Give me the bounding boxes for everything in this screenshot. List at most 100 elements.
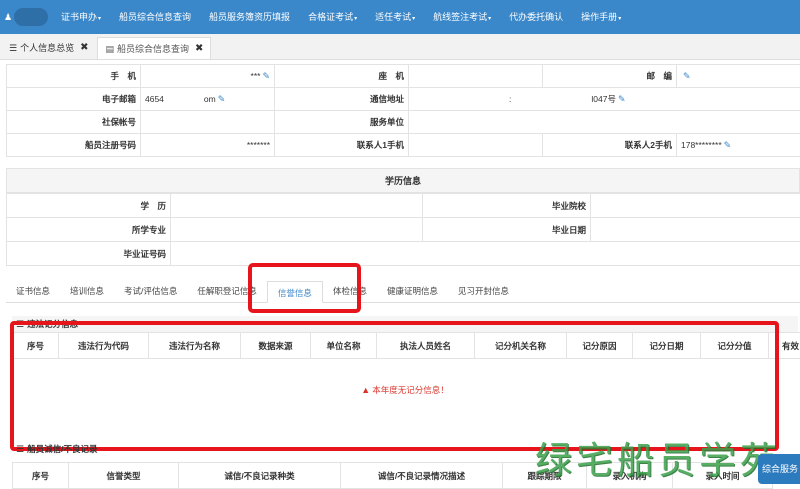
- table-row: 所学专业 毕业日期: [6, 217, 800, 242]
- diploma-number-label: 毕业证号码: [6, 241, 171, 266]
- postcode-label: 邮 编: [542, 64, 677, 88]
- nav-item-service-book[interactable]: 船员服务簿资历填报: [200, 0, 299, 34]
- address-text: :: [509, 94, 512, 104]
- card-icon: ▤: [105, 43, 114, 54]
- edit-icon[interactable]: ✎: [683, 71, 691, 81]
- nav-item-qualification-exam[interactable]: 合格证考试▾: [299, 0, 366, 34]
- list-icon: ☰: [16, 444, 25, 454]
- nav-item-crew-query[interactable]: 船员综合信息查询: [110, 0, 200, 34]
- nav-item-proxy-confirm[interactable]: 代办委托确认: [500, 0, 572, 34]
- nav-item-route-exam[interactable]: 航线签注考试▾: [424, 0, 500, 34]
- section-title-text: 船员诚信/不良记录: [27, 444, 98, 454]
- diploma-number-value: [170, 241, 800, 266]
- nav-item-label: 船员服务簿资历填报: [209, 12, 291, 22]
- contact1-mobile-label: 联系人1手机: [274, 133, 409, 157]
- tab-health-cert[interactable]: 健康证明信息: [377, 280, 448, 302]
- tab-training[interactable]: 培训信息: [60, 280, 114, 302]
- education-header: 学历信息: [6, 168, 800, 193]
- service-unit-value: [408, 110, 800, 134]
- mobile-text: ***: [250, 70, 261, 81]
- nav-item-label: 证书申办: [61, 12, 98, 22]
- tab-certificate[interactable]: 证书信息: [6, 280, 60, 302]
- highlight-box-tab: [248, 263, 361, 313]
- chevron-down-icon: ▾: [98, 16, 102, 22]
- mobile-label: 手 机: [6, 64, 141, 88]
- degree-value: [170, 193, 423, 218]
- major-label: 所学专业: [6, 217, 171, 242]
- postcode-value: ✎: [676, 64, 800, 88]
- edit-icon[interactable]: ✎: [218, 94, 226, 104]
- school-value: [590, 193, 800, 218]
- nav-item-label: 适任考试: [375, 12, 412, 22]
- avatar[interactable]: [14, 8, 49, 26]
- address-text-tail: l047号: [591, 94, 616, 104]
- social-security-value: [140, 110, 275, 134]
- email-value: 4654 om ✎: [140, 87, 275, 111]
- column-header: 信誉类型: [68, 462, 179, 489]
- list-icon: ☰: [9, 43, 18, 53]
- user-icon: ♟: [4, 11, 13, 22]
- close-icon[interactable]: ✖: [195, 38, 203, 60]
- page-tab-bar: ☰ 个人信息总览 ✖ ▤ 船员综合信息查询 ✖: [0, 34, 800, 60]
- contact-info-table: 手 机 *** ✎ 座 机 邮 编 ✎ 电子邮箱 4654 om ✎ 通信地址 : l0…: [6, 64, 800, 157]
- nav-item-label: 航线签注考试: [433, 12, 488, 22]
- registration-number-value: *******: [140, 133, 275, 157]
- table-row: 船员注册号码 ******* 联系人1手机 联系人2手机 178********…: [6, 133, 800, 157]
- top-navigation-bar: ♟ 证书申办▾ 船员综合信息查询 船员服务簿资历填报 合格证考试▾ 适任考试▾ …: [0, 0, 800, 34]
- education-table: 学 历 毕业院校 所学专业 毕业日期 毕业证号码: [6, 193, 800, 266]
- landline-value: [408, 64, 543, 88]
- chevron-down-icon: ▾: [412, 16, 416, 22]
- graduation-date-label: 毕业日期: [422, 217, 591, 242]
- chevron-down-icon: ▾: [618, 16, 622, 22]
- address-label: 通信地址: [274, 87, 409, 111]
- graduation-date-value: [590, 217, 800, 242]
- mobile-value: *** ✎: [140, 64, 275, 88]
- service-float-button[interactable]: 综合服务: [758, 454, 800, 484]
- nav-item-label: 代办委托确认: [509, 12, 564, 22]
- main-content: 手 机 *** ✎ 座 机 邮 编 ✎ 电子邮箱 4654 om ✎ 通信地址 : l0…: [0, 60, 800, 489]
- nav-item-competency-exam[interactable]: 适任考试▾: [366, 0, 424, 34]
- table-row: 社保帐号 服务单位: [6, 110, 800, 134]
- registration-number-label: 船员注册号码: [6, 133, 141, 157]
- nav-item-cert-apply[interactable]: 证书申办▾: [52, 0, 110, 34]
- close-icon[interactable]: ✖: [80, 37, 88, 59]
- chevron-down-icon: ▾: [488, 16, 492, 22]
- school-label: 毕业院校: [422, 193, 591, 218]
- contact1-mobile-value: [408, 133, 543, 157]
- column-header: 诚信/不良记录情况描述: [340, 462, 503, 489]
- chevron-down-icon: ▾: [354, 16, 358, 22]
- tab-exam[interactable]: 考试/评估信息: [114, 280, 187, 302]
- social-security-label: 社保帐号: [6, 110, 141, 134]
- table-row: 电子邮箱 4654 om ✎ 通信地址 : l047号 ✎: [6, 87, 800, 111]
- tab-personal-overview[interactable]: ☰ 个人信息总览 ✖: [2, 37, 95, 59]
- edit-icon[interactable]: ✎: [724, 140, 732, 150]
- degree-label: 学 历: [6, 193, 171, 218]
- nav-item-manual[interactable]: 操作手册▾: [572, 0, 630, 34]
- contact2-mobile-value: 178******** ✎: [676, 133, 800, 157]
- tab-internship[interactable]: 见习开封信息: [448, 280, 519, 302]
- major-value: [170, 217, 423, 242]
- tab-label: 个人信息总览: [20, 43, 75, 53]
- email-text: 4654: [145, 93, 164, 104]
- edit-icon[interactable]: ✎: [262, 71, 270, 81]
- user-menu[interactable]: ♟: [0, 0, 52, 34]
- contact2-mobile-label: 联系人2手机: [542, 133, 677, 157]
- table-row: 学 历 毕业院校: [6, 193, 800, 218]
- edit-icon[interactable]: ✎: [618, 94, 626, 104]
- nav-item-label: 操作手册: [581, 12, 618, 22]
- watermark: 绿宅船员学苑: [535, 439, 781, 482]
- detail-tabs: 证书信息 培训信息 考试/评估信息 任解职登记信息 信誉信息 体检信息 健康证明…: [6, 279, 800, 303]
- column-header: 诚信/不良记录种类: [178, 462, 341, 489]
- tab-crew-query[interactable]: ▤ 船员综合信息查询 ✖: [97, 37, 212, 60]
- email-label: 电子邮箱: [6, 87, 141, 111]
- table-row: 毕业证号码: [6, 241, 800, 266]
- table-row: 手 机 *** ✎ 座 机 邮 编 ✎: [6, 64, 800, 88]
- contact2-mobile-text: 178********: [681, 139, 722, 150]
- column-header: 序号: [12, 462, 69, 489]
- tab-label: 船员综合信息查询: [117, 43, 190, 54]
- landline-label: 座 机: [274, 64, 409, 88]
- email-text-tail: om: [203, 93, 216, 104]
- nav-item-label: 合格证考试: [308, 12, 354, 22]
- service-unit-label: 服务单位: [274, 110, 409, 134]
- nav-item-label: 船员综合信息查询: [119, 12, 192, 22]
